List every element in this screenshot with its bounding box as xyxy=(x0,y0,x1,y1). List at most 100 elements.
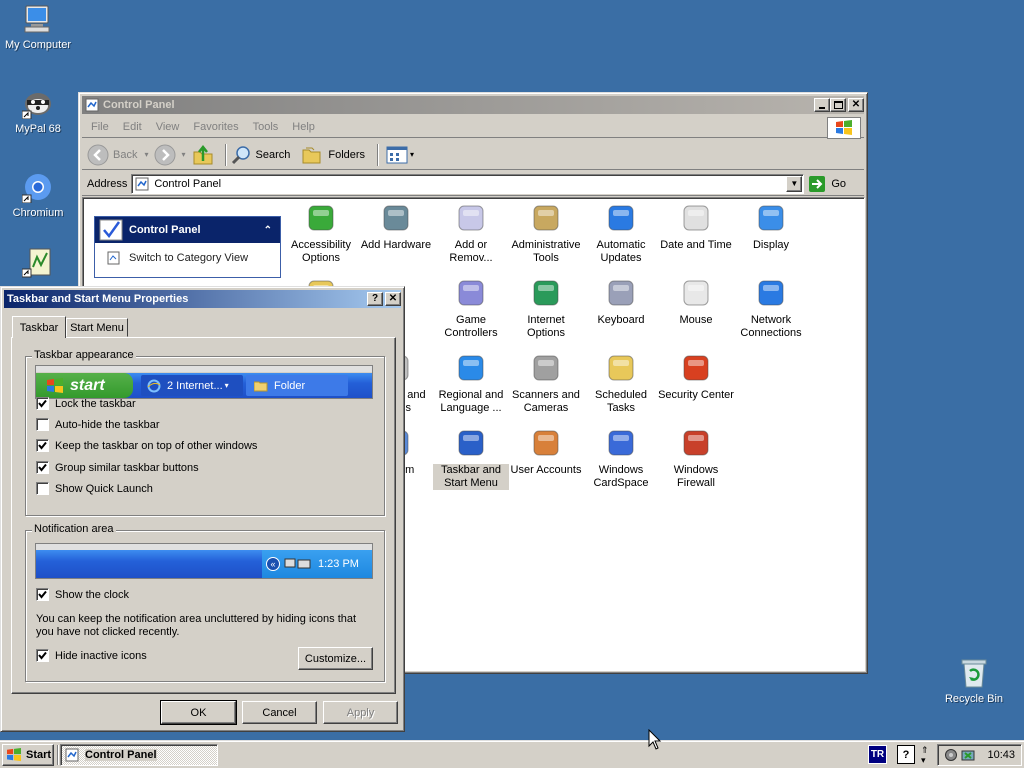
up-folder-icon xyxy=(193,144,212,164)
tab-taskbar[interactable]: Taskbar xyxy=(12,316,66,338)
cp-item-accessibility[interactable]: Accessibility Options xyxy=(283,202,359,265)
help-icon[interactable]: ? xyxy=(897,745,915,764)
menu-help[interactable]: Help xyxy=(292,121,315,133)
date-time-icon xyxy=(683,205,709,231)
back-button[interactable]: Back ▾ xyxy=(87,144,148,166)
desktop-icon-app-shortcut[interactable] xyxy=(0,246,76,280)
dialog-titlebar[interactable]: Taskbar and Start Menu Properties ? ✕ xyxy=(4,290,401,308)
up-folder-button[interactable] xyxy=(192,144,214,166)
cp-item-label: Game Controllers xyxy=(444,314,498,339)
cp-item-regional-language[interactable]: Regional and Language ... xyxy=(433,352,509,415)
address-input[interactable]: Control Panel ▼ xyxy=(131,173,805,194)
language-bar-options-icon[interactable]: ⇑ ▾ xyxy=(921,745,931,765)
menu-view[interactable]: View xyxy=(156,121,180,133)
go-arrow-icon xyxy=(809,175,826,192)
cp-item-automatic-updates[interactable]: Automatic Updates xyxy=(583,202,659,265)
desktop-icon-label: Chromium xyxy=(12,207,64,219)
tab-start-menu[interactable]: Start Menu xyxy=(66,318,128,337)
cp-item-scanners-cameras[interactable]: Scanners and Cameras xyxy=(508,352,584,415)
language-indicator[interactable]: TR xyxy=(868,745,887,764)
help-button[interactable]: ? xyxy=(367,292,383,306)
window-title: Control Panel xyxy=(103,99,175,111)
cp-item-label: Security Center xyxy=(658,389,734,401)
scanners-cameras-icon xyxy=(533,355,559,381)
go-button[interactable]: Go xyxy=(808,175,846,193)
forward-button[interactable]: ▾ xyxy=(154,144,186,166)
cp-item-add-hardware[interactable]: Add Hardware xyxy=(358,202,434,252)
cp-item-user-accounts[interactable]: User Accounts xyxy=(508,427,584,477)
quick-launch-checkbox[interactable]: Show Quick Launch xyxy=(36,482,153,495)
internet-explorer-icon xyxy=(147,379,161,392)
taskbar-task-control-panel[interactable]: Control Panel xyxy=(60,744,218,766)
taskbar: Start Control Panel TR ? ⇑ ▾ 10:43 xyxy=(0,740,1024,768)
cp-item-add-remove-programs[interactable]: Add or Remov... xyxy=(433,202,509,265)
cancel-button[interactable]: Cancel xyxy=(242,701,317,724)
address-bar: Address Control Panel ▼ Go xyxy=(82,172,864,196)
mouse-icon xyxy=(683,280,709,306)
notification-description: You can keep the notification area unclu… xyxy=(36,613,357,638)
cp-item-date-time[interactable]: Date and Time xyxy=(658,202,734,252)
switch-category-view-link[interactable]: Switch to Category View xyxy=(95,243,280,265)
desktop-icon-chromium[interactable]: Chromium xyxy=(0,170,76,220)
minimize-button[interactable] xyxy=(814,98,830,112)
search-button[interactable]: Search xyxy=(231,145,290,165)
collapse-chevron-icon[interactable]: ⌃ xyxy=(264,225,272,236)
auto-hide-checkbox[interactable]: Auto-hide the taskbar xyxy=(36,418,160,431)
hide-inactive-checkbox[interactable]: Hide inactive icons xyxy=(36,649,147,662)
lock-taskbar-checkbox[interactable]: Lock the taskbar xyxy=(36,397,136,410)
back-arrow-icon xyxy=(87,144,109,165)
windows-logo-icon xyxy=(47,377,63,393)
checkbox-box xyxy=(36,461,49,474)
speaker-icon[interactable] xyxy=(944,748,958,762)
close-button[interactable]: ✕ xyxy=(848,98,864,112)
cp-item-display[interactable]: Display xyxy=(733,202,809,252)
side-panel-header[interactable]: Control Panel ⌃ xyxy=(95,217,280,243)
folders-button[interactable]: Folders xyxy=(302,145,365,165)
cp-item-label: Administrative Tools xyxy=(511,239,581,264)
cp-item-label: Add or Remov... xyxy=(449,239,493,264)
cp-item-network-connections[interactable]: Network Connections xyxy=(733,277,809,340)
desktop-icon-my-computer[interactable]: My Computer xyxy=(0,2,76,52)
menu-tools[interactable]: Tools xyxy=(253,121,279,133)
group-similar-checkbox[interactable]: Group similar taskbar buttons xyxy=(36,461,199,474)
address-dropdown-button[interactable]: ▼ xyxy=(786,175,803,192)
cp-item-firewall[interactable]: Windows Firewall xyxy=(658,427,734,490)
cp-item-game-controllers[interactable]: Game Controllers xyxy=(433,277,509,340)
clock[interactable]: 10:43 xyxy=(987,749,1015,761)
cp-item-label: Scanners and Cameras xyxy=(512,389,580,414)
dialog-close-button[interactable]: ✕ xyxy=(385,292,401,306)
menu-file[interactable]: File xyxy=(91,121,109,133)
cp-item-scheduled-tasks[interactable]: Scheduled Tasks xyxy=(583,352,659,415)
cp-item-mouse[interactable]: Mouse xyxy=(658,277,734,327)
cp-item-security-center[interactable]: Security Center xyxy=(658,352,734,402)
cp-item-taskbar-start-menu[interactable]: Taskbar and Start Menu xyxy=(433,427,509,490)
security-center-icon xyxy=(683,355,709,381)
control-panel-titlebar[interactable]: Control Panel ✕ xyxy=(82,96,864,114)
cp-item-keyboard[interactable]: Keyboard xyxy=(583,277,659,327)
customize-button[interactable]: Customize... xyxy=(298,647,373,670)
control-panel-large-icon xyxy=(99,219,123,241)
menu-favorites[interactable]: Favorites xyxy=(193,121,238,133)
start-button[interactable]: Start xyxy=(2,744,54,766)
cp-item-internet-options[interactable]: Internet Options xyxy=(508,277,584,340)
taskbar-properties-dialog[interactable]: Taskbar and Start Menu Properties ? ✕ Ta… xyxy=(0,286,405,732)
checkbox-box xyxy=(36,397,49,410)
cp-item-label: Accessibility Options xyxy=(291,239,351,264)
show-clock-checkbox[interactable]: Show the clock xyxy=(36,588,129,601)
cp-item-cardspace[interactable]: Windows CardSpace xyxy=(583,427,659,490)
control-panel-small-icon xyxy=(65,748,79,762)
maximize-button[interactable] xyxy=(830,98,846,112)
cp-item-label: Add Hardware xyxy=(360,239,432,251)
recycle-bin-icon xyxy=(957,656,991,690)
desktop-icon-recycle-bin[interactable]: Recycle Bin xyxy=(936,656,1012,706)
desktop-icon-mypal[interactable]: MyPal 68 xyxy=(0,86,76,136)
keep-on-top-checkbox[interactable]: Keep the taskbar on top of other windows xyxy=(36,439,257,452)
taskbar-start-menu-icon xyxy=(458,430,484,456)
safely-remove-icon[interactable] xyxy=(961,748,975,762)
views-button[interactable]: ▾ xyxy=(386,146,414,164)
cp-item-administrative-tools[interactable]: Administrative Tools xyxy=(508,202,584,265)
apply-button[interactable]: Apply xyxy=(323,701,398,724)
ok-button[interactable]: OK xyxy=(160,700,237,725)
dialog-title: Taskbar and Start Menu Properties xyxy=(7,293,189,305)
menu-edit[interactable]: Edit xyxy=(123,121,142,133)
